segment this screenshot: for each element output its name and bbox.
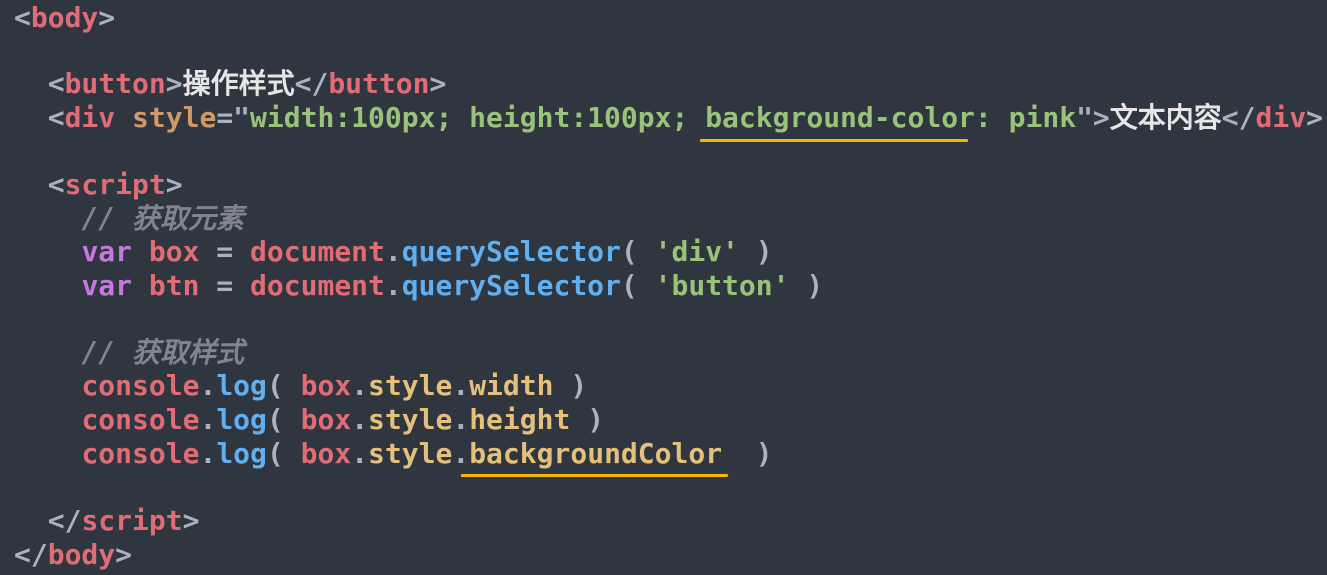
variable-box: box <box>300 369 352 402</box>
document-object: document <box>250 235 385 268</box>
code-line-log-height: console.log( box.style.height ) <box>81 403 605 436</box>
method-queryselector: querySelector <box>401 235 621 268</box>
property-height: height <box>469 403 571 436</box>
property-style: style <box>368 369 453 402</box>
property-background-color: backgroundColor <box>469 437 723 470</box>
method-log: log <box>216 403 267 436</box>
style-value-part1: width:100px; height:100px; <box>250 101 706 134</box>
code-line-div: <div style="width:100px; height:100px; b… <box>47 101 1323 134</box>
keyword-var: var <box>81 269 133 302</box>
selector-button: 'button' <box>654 269 790 302</box>
tag-script-open: script <box>64 168 166 201</box>
method-log: log <box>216 369 267 402</box>
code-line-script-close: </script> <box>47 504 200 537</box>
code-editor: <body> <button>操作样式</button> <div style=… <box>14 0 1324 575</box>
highlight-underline-background-color <box>700 139 968 142</box>
code-line-comment-get-elements: // 获取元素 <box>14 202 244 236</box>
comment-get-styles: // 获取样式 <box>81 336 245 369</box>
code-line-body-open: <body> <box>14 1 116 34</box>
method-queryselector: querySelector <box>401 269 621 302</box>
tag-script-close: script <box>81 504 183 537</box>
property-style: style <box>368 437 453 470</box>
div-text: 文本内容 <box>1109 101 1222 134</box>
code-line-script-open: <script> <box>47 168 183 201</box>
code-line-log-width: console.log( box.style.width ) <box>81 369 588 402</box>
variable-box: box <box>300 403 352 436</box>
property-width: width <box>469 369 554 402</box>
tag-div-close: div <box>1255 101 1307 134</box>
style-value-part3: : pink <box>974 101 1077 134</box>
variable-btn: btn <box>148 269 200 302</box>
document-object: document <box>250 269 385 302</box>
button-text: 操作样式 <box>182 67 295 100</box>
comment-get-elements: // 获取元素 <box>81 202 245 235</box>
tag-button-close: button <box>328 67 430 100</box>
console-object: console <box>81 369 200 402</box>
code-line-var-box: var box = document.querySelector( 'div' … <box>81 235 773 268</box>
tag-button-open: button <box>64 67 166 100</box>
variable-box: box <box>148 235 200 268</box>
code-line-comment-get-styles: // 获取样式 <box>14 336 244 370</box>
code-line-button: <button>操作样式</button> <box>47 67 447 100</box>
selector-div: 'div' <box>654 235 739 268</box>
tag-div-open: div <box>64 101 116 134</box>
highlight-underline-backgroundcolor <box>461 474 728 477</box>
tag-body-close: body <box>47 538 116 571</box>
style-value-background-color: background-color <box>705 101 975 134</box>
tag-body: body <box>30 1 99 34</box>
variable-box: box <box>300 437 352 470</box>
method-log: log <box>216 437 267 470</box>
console-object: console <box>81 437 200 470</box>
keyword-var: var <box>81 235 133 268</box>
code-line-var-btn: var btn = document.querySelector( 'butto… <box>81 269 824 302</box>
attr-style: style <box>132 101 217 134</box>
property-style: style <box>368 403 453 436</box>
console-object: console <box>81 403 200 436</box>
code-line-log-background-color: console.log( box.style.backgroundColor ) <box>81 437 773 470</box>
code-line-body-close: </body> <box>14 538 133 571</box>
